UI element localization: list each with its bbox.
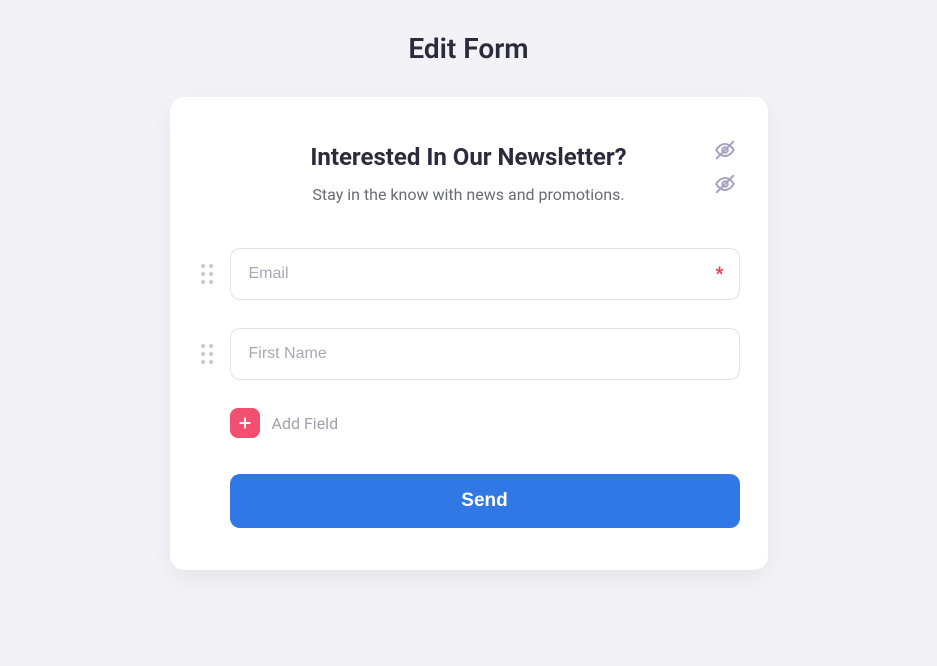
input-wrap <box>230 328 740 380</box>
page-title: Edit Form <box>408 32 528 65</box>
add-field-button[interactable]: Add Field <box>230 408 740 438</box>
field-row-email: * <box>198 248 740 300</box>
plus-icon <box>230 408 260 438</box>
drag-handle-icon[interactable] <box>198 341 216 367</box>
form-header: Interested In Our Newsletter? Stay in th… <box>198 143 740 204</box>
add-field-label: Add Field <box>272 414 339 433</box>
page-root: Edit Form Interested In Our Newsletter? … <box>0 0 937 666</box>
input-wrap: * <box>230 248 740 300</box>
form-card: Interested In Our Newsletter? Stay in th… <box>170 97 768 570</box>
drag-handle-icon[interactable] <box>198 261 216 287</box>
eye-off-icon[interactable] <box>714 139 736 161</box>
eye-off-icon[interactable] <box>714 173 736 195</box>
send-button[interactable]: Send <box>230 474 740 528</box>
visibility-toggle-group <box>714 139 736 195</box>
email-field[interactable] <box>230 248 740 300</box>
form-subtitle[interactable]: Stay in the know with news and promotion… <box>198 185 740 204</box>
form-title[interactable]: Interested In Our Newsletter? <box>198 143 740 171</box>
first-name-field[interactable] <box>230 328 740 380</box>
field-row-first-name <box>198 328 740 380</box>
